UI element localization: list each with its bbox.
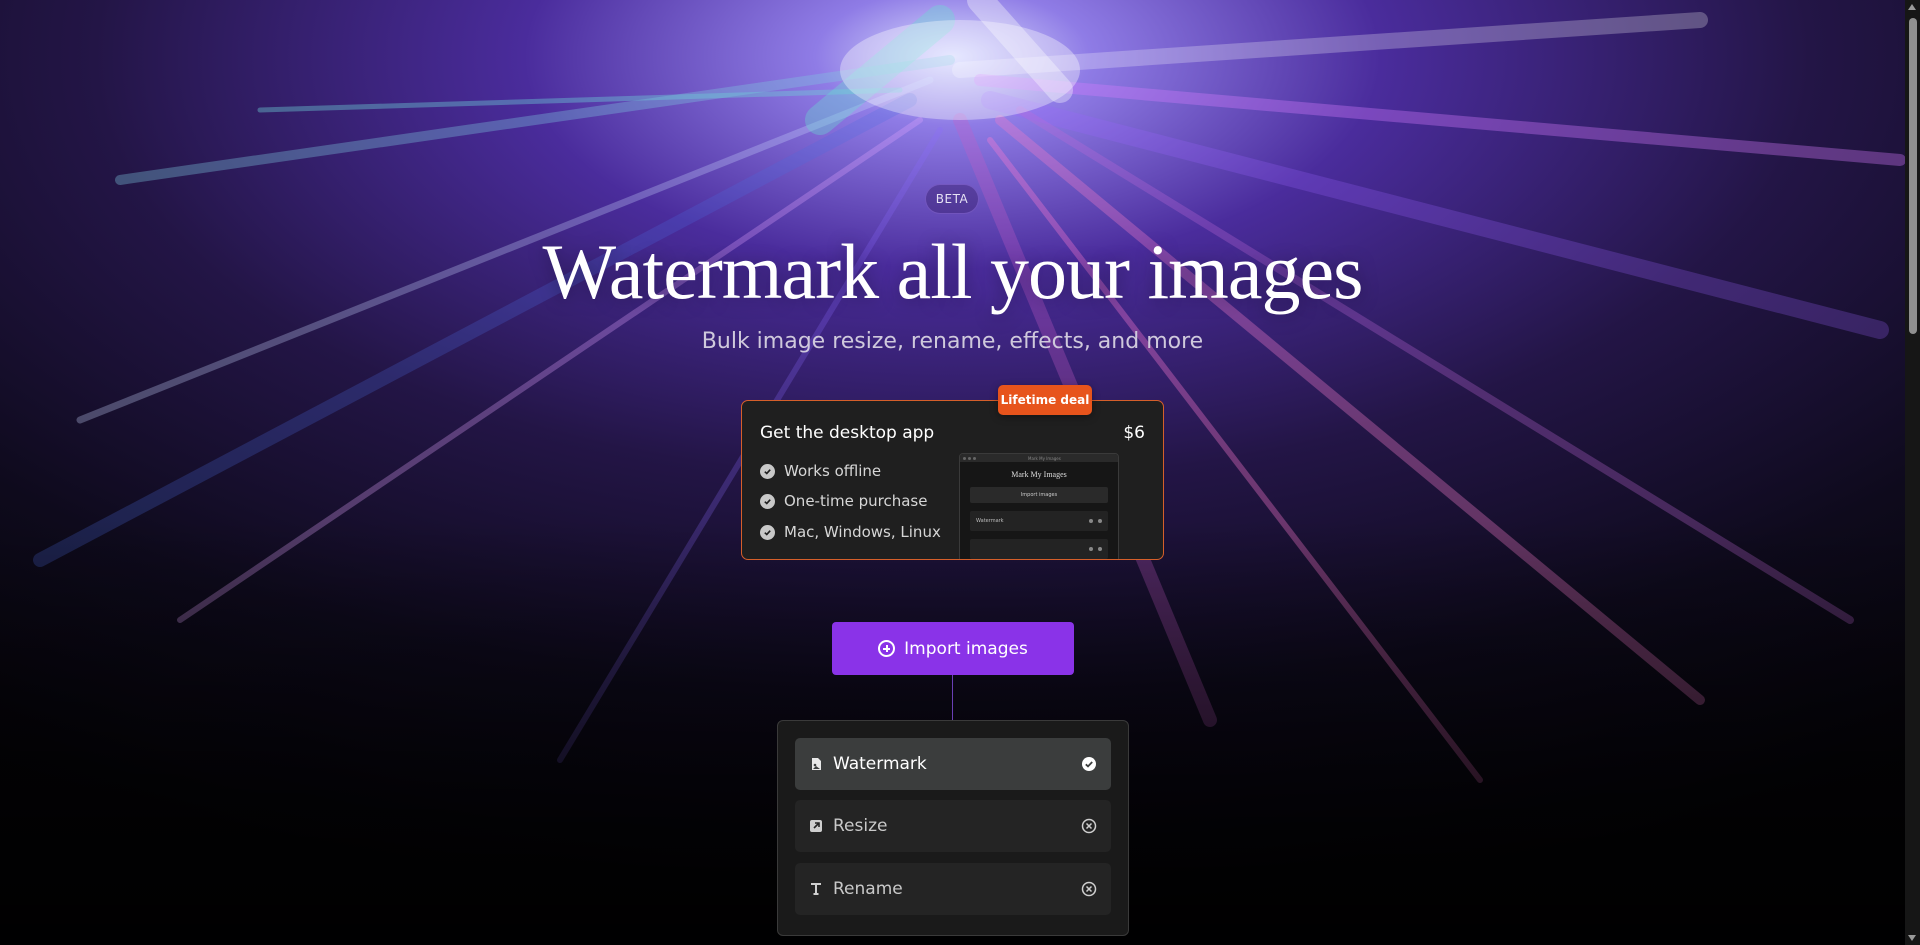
- text-cursor-icon: [809, 882, 823, 896]
- x-circle-icon[interactable]: [1081, 818, 1097, 834]
- promo-price: $6: [1123, 423, 1145, 443]
- desktop-app-promo-card[interactable]: Get the desktop app $6 Works offline One…: [741, 400, 1164, 560]
- promo-title: Get the desktop app: [760, 423, 935, 443]
- page-scrollbar[interactable]: [1905, 0, 1920, 945]
- feature-item: Works offline: [760, 460, 881, 482]
- feature-label: One-time purchase: [784, 492, 928, 510]
- app-preview-screenshot: Mark My Images Mark My Images Import ima…: [959, 453, 1119, 559]
- preview-step-row: Watermark: [970, 511, 1108, 531]
- import-images-button[interactable]: Import images: [832, 622, 1074, 675]
- feature-label: Works offline: [784, 462, 882, 480]
- step-rename[interactable]: Rename: [795, 863, 1111, 915]
- beta-badge: BETA: [925, 184, 979, 214]
- preview-step-row: [970, 539, 1108, 559]
- scroll-up-icon[interactable]: [1908, 4, 1916, 10]
- plus-circle-icon: [878, 640, 896, 657]
- step-label: Rename: [833, 879, 903, 899]
- feature-item: One-time purchase: [760, 490, 927, 512]
- check-circle-icon[interactable]: [1081, 756, 1097, 772]
- step-label: Resize: [833, 816, 888, 836]
- flow-connector: [952, 675, 953, 720]
- import-images-label: Import images: [904, 638, 1028, 659]
- step-label: Watermark: [833, 754, 927, 774]
- page-subtitle: Bulk image resize, rename, effects, and …: [701, 329, 1204, 354]
- step-resize[interactable]: Resize: [795, 800, 1111, 852]
- x-circle-icon[interactable]: [1081, 881, 1097, 897]
- lifetime-deal-ribbon: Lifetime deal: [998, 385, 1092, 415]
- feature-item: Mac, Windows, Linux: [760, 521, 941, 543]
- scroll-down-icon[interactable]: [1908, 935, 1916, 941]
- feature-label: Mac, Windows, Linux: [784, 523, 941, 541]
- steps-panel: Watermark Resize Rename: [777, 720, 1129, 936]
- page-title: Watermark all your images: [542, 228, 1364, 315]
- file-image-icon: [809, 757, 823, 771]
- preview-heading: Mark My Images: [1011, 470, 1067, 479]
- check-circle-icon: [760, 524, 775, 540]
- preview-titlebar: Mark My Images: [960, 454, 1118, 462]
- scroll-thumb[interactable]: [1909, 18, 1917, 334]
- image-resize-icon: [809, 819, 823, 833]
- check-circle-icon: [760, 463, 775, 479]
- step-watermark[interactable]: Watermark: [795, 738, 1111, 790]
- check-circle-icon: [760, 493, 775, 509]
- preview-import-button: Import images: [970, 487, 1108, 503]
